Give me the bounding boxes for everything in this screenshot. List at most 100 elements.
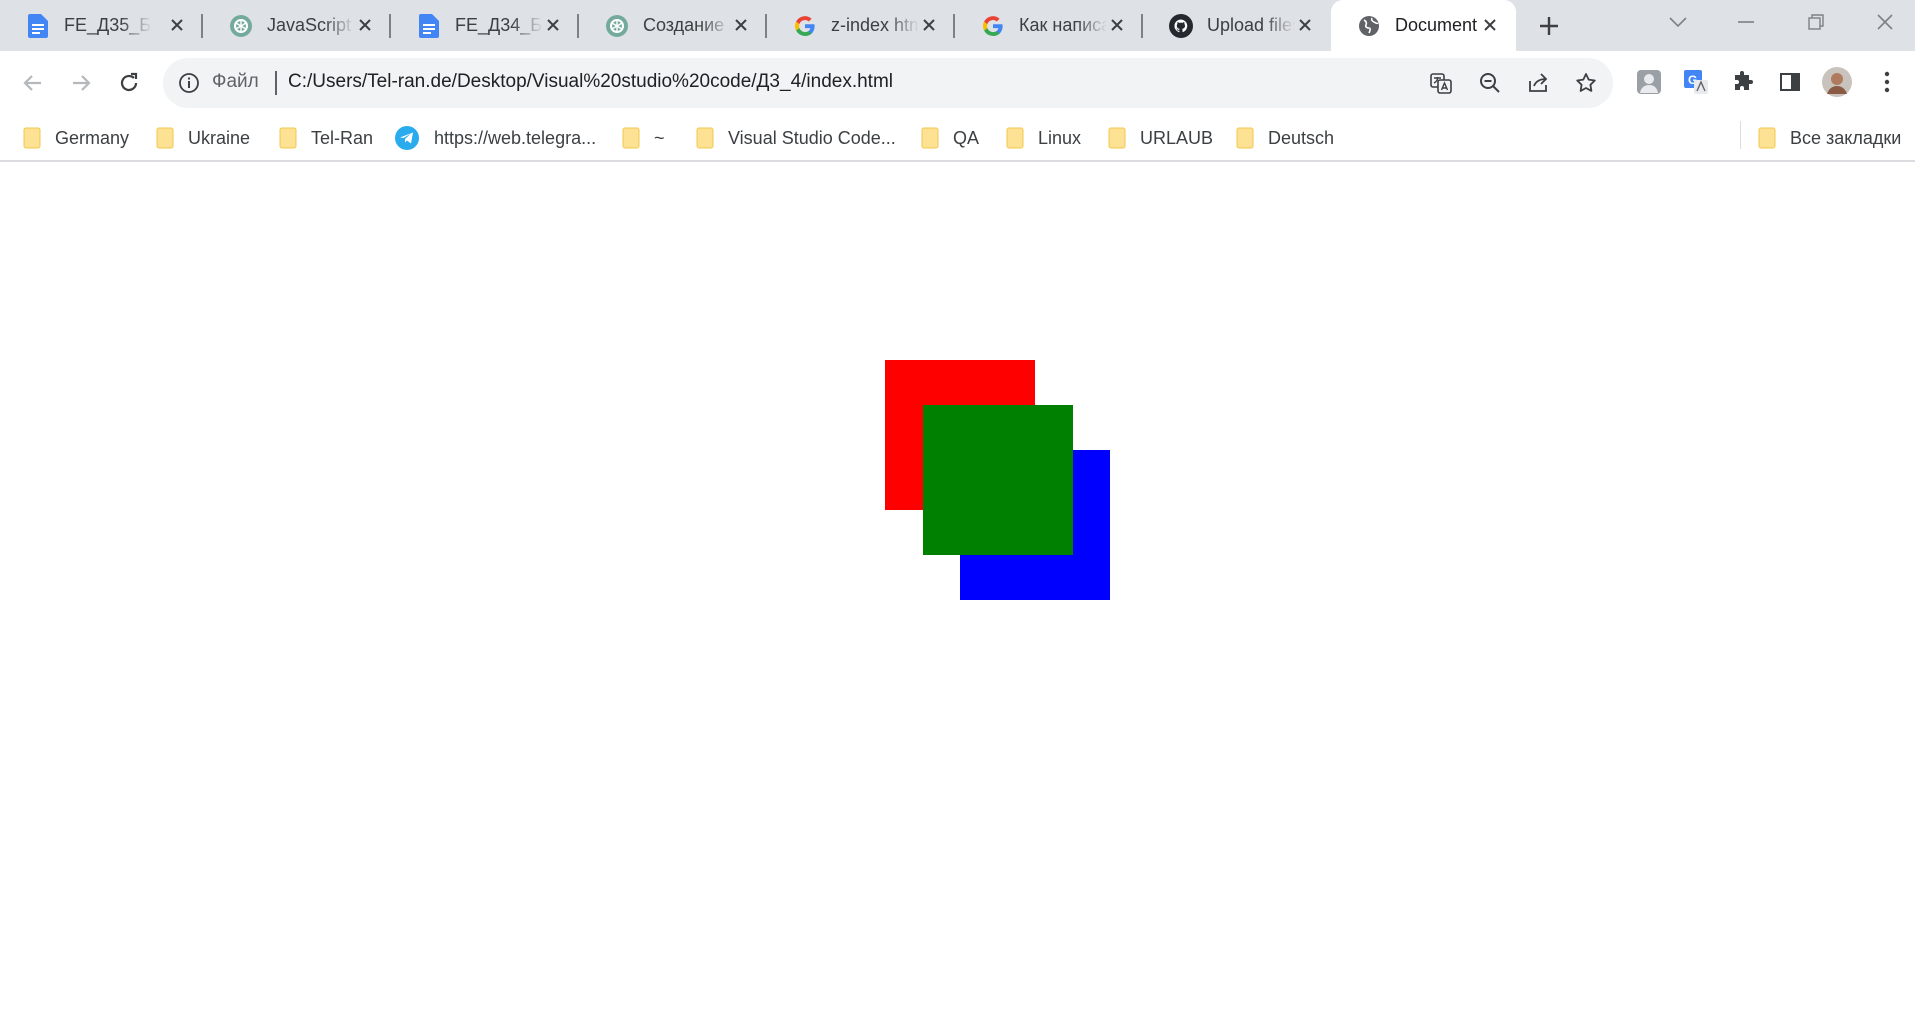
all-bookmarks-label: Все закладки bbox=[1790, 127, 1902, 148]
plus-icon bbox=[1540, 17, 1558, 35]
bookmark-label: URLAUB bbox=[1140, 127, 1214, 148]
side-panel-icon[interactable] bbox=[1775, 67, 1805, 97]
google-icon bbox=[793, 14, 817, 38]
reload-button[interactable] bbox=[112, 66, 146, 100]
extensions-puzzle-icon[interactable] bbox=[1728, 67, 1758, 97]
google-docs-icon bbox=[417, 13, 441, 38]
page-viewport bbox=[0, 163, 1915, 1017]
github-icon bbox=[1169, 13, 1193, 38]
address-bar[interactable]: Файл C:/Users/Tel-ran.de/Desktop/Visual%… bbox=[163, 58, 1613, 108]
bookmark-tilde[interactable]: ~ bbox=[622, 125, 665, 151]
chevron-down-icon bbox=[1669, 17, 1687, 28]
bookmark-label: ~ bbox=[654, 127, 665, 148]
green-square bbox=[923, 405, 1073, 555]
bookmarks-separator bbox=[1740, 121, 1741, 149]
bookmark-label: Linux bbox=[1038, 127, 1082, 148]
bookmark-star-icon[interactable] bbox=[1574, 71, 1598, 95]
bookmark-label: QA bbox=[953, 127, 980, 148]
bookmark-label: Visual Studio Code... bbox=[728, 127, 896, 148]
google-docs-icon bbox=[26, 13, 50, 38]
scheme-label: Файл bbox=[212, 71, 259, 92]
minimize-icon bbox=[1738, 21, 1754, 23]
bookmark-telegram[interactable]: https://web.telegra... bbox=[394, 125, 596, 151]
share-icon[interactable] bbox=[1526, 71, 1550, 95]
tab-title: FE_Д35_Базовый bbox=[64, 15, 152, 35]
chatgpt-icon bbox=[229, 14, 253, 38]
close-icon[interactable] bbox=[541, 13, 565, 37]
tab-search-button[interactable] bbox=[1658, 8, 1698, 36]
close-icon[interactable] bbox=[165, 13, 189, 37]
telegram-icon bbox=[395, 126, 419, 150]
folder-icon bbox=[696, 127, 714, 149]
tab-4[interactable]: Создание элементов bbox=[579, 0, 767, 51]
bookmark-label: Deutsch bbox=[1268, 127, 1335, 148]
tab-8-active[interactable]: Document bbox=[1331, 0, 1516, 51]
google-translate-icon[interactable]: G bbox=[1681, 67, 1711, 97]
bookmark-germany[interactable]: Germany bbox=[23, 125, 129, 151]
bookmark-label: Ukraine bbox=[188, 127, 251, 148]
scheme-divider bbox=[275, 71, 277, 95]
tab-7[interactable]: Upload files bbox=[1143, 0, 1331, 51]
minimize-button[interactable] bbox=[1726, 8, 1766, 36]
window-close-button[interactable] bbox=[1865, 8, 1905, 36]
folder-icon bbox=[1758, 127, 1776, 149]
restore-button[interactable] bbox=[1796, 8, 1836, 36]
close-icon[interactable] bbox=[917, 13, 941, 37]
menu-kebab-icon[interactable] bbox=[1872, 67, 1902, 97]
bookmark-urlaub[interactable]: URLAUB bbox=[1108, 125, 1213, 151]
back-button[interactable] bbox=[16, 66, 50, 100]
bookmark-ukraine[interactable]: Ukraine bbox=[156, 125, 250, 151]
restore-icon bbox=[1808, 14, 1824, 30]
close-icon[interactable] bbox=[1105, 13, 1129, 37]
tab-3[interactable]: FE_Д34_Базовый bbox=[391, 0, 579, 51]
extension-profile-icon[interactable] bbox=[1634, 67, 1664, 97]
browser-toolbar: Файл C:/Users/Tel-ran.de/Desktop/Visual%… bbox=[0, 51, 1915, 114]
folder-icon bbox=[622, 127, 640, 149]
url-text[interactable]: C:/Users/Tel-ran.de/Desktop/Visual%20stu… bbox=[288, 71, 893, 93]
folder-icon bbox=[279, 127, 297, 149]
bookmark-visual-studio-code[interactable]: Visual Studio Code... bbox=[696, 125, 896, 151]
close-icon[interactable] bbox=[1293, 13, 1317, 37]
folder-icon bbox=[921, 127, 939, 149]
folder-icon bbox=[1236, 127, 1254, 149]
bookmark-label: Germany bbox=[55, 127, 130, 148]
google-icon bbox=[981, 14, 1005, 38]
tab-title: JavaScript массивы bbox=[267, 15, 355, 35]
info-icon[interactable] bbox=[177, 71, 201, 95]
bookmark-linux[interactable]: Linux bbox=[1006, 125, 1081, 151]
bookmarks-bar: Germany Ukraine Tel-Ran https://web.tele… bbox=[0, 114, 1915, 162]
tab-strip: FE_Д35_Базовый JavaScript массивы FE_Д34… bbox=[0, 0, 1915, 51]
tab-title: Upload files bbox=[1207, 15, 1295, 35]
folder-icon bbox=[156, 127, 174, 149]
folder-icon bbox=[23, 127, 41, 149]
tab-5[interactable]: z-index html bbox=[767, 0, 955, 51]
bookmark-qa[interactable]: QA bbox=[921, 125, 979, 151]
bookmark-label: https://web.telegra... bbox=[434, 127, 597, 148]
bookmark-tel-ran[interactable]: Tel-Ran bbox=[279, 125, 373, 151]
tab-title: z-index html bbox=[831, 15, 919, 35]
folder-icon bbox=[1108, 127, 1126, 149]
arrow-right-icon bbox=[73, 75, 91, 91]
all-bookmarks-button[interactable]: Все закладки bbox=[1758, 125, 1901, 151]
avatar[interactable] bbox=[1822, 67, 1852, 97]
close-icon[interactable] bbox=[1478, 13, 1502, 37]
close-icon[interactable] bbox=[353, 13, 377, 37]
tab-title: FE_Д34_Базовый bbox=[455, 15, 543, 35]
close-icon bbox=[1877, 14, 1893, 30]
close-icon[interactable] bbox=[729, 13, 753, 37]
new-tab-button[interactable] bbox=[1535, 12, 1563, 40]
globe-icon bbox=[1357, 14, 1381, 38]
zoom-out-icon[interactable] bbox=[1478, 71, 1502, 95]
tab-2[interactable]: JavaScript массивы bbox=[203, 0, 391, 51]
tab-6[interactable]: Как написать bbox=[955, 0, 1143, 51]
chatgpt-icon bbox=[605, 14, 629, 38]
tab-title: Создание элементов bbox=[643, 15, 731, 35]
tab-title: Как написать bbox=[1019, 15, 1107, 35]
reload-icon bbox=[120, 72, 138, 92]
translate-icon[interactable] bbox=[1429, 71, 1453, 95]
tab-1[interactable]: FE_Д35_Базовый bbox=[0, 0, 203, 51]
forward-button[interactable] bbox=[64, 66, 98, 100]
arrow-left-icon bbox=[23, 75, 41, 91]
bookmark-deutsch[interactable]: Deutsch bbox=[1236, 125, 1334, 151]
folder-icon bbox=[1006, 127, 1024, 149]
